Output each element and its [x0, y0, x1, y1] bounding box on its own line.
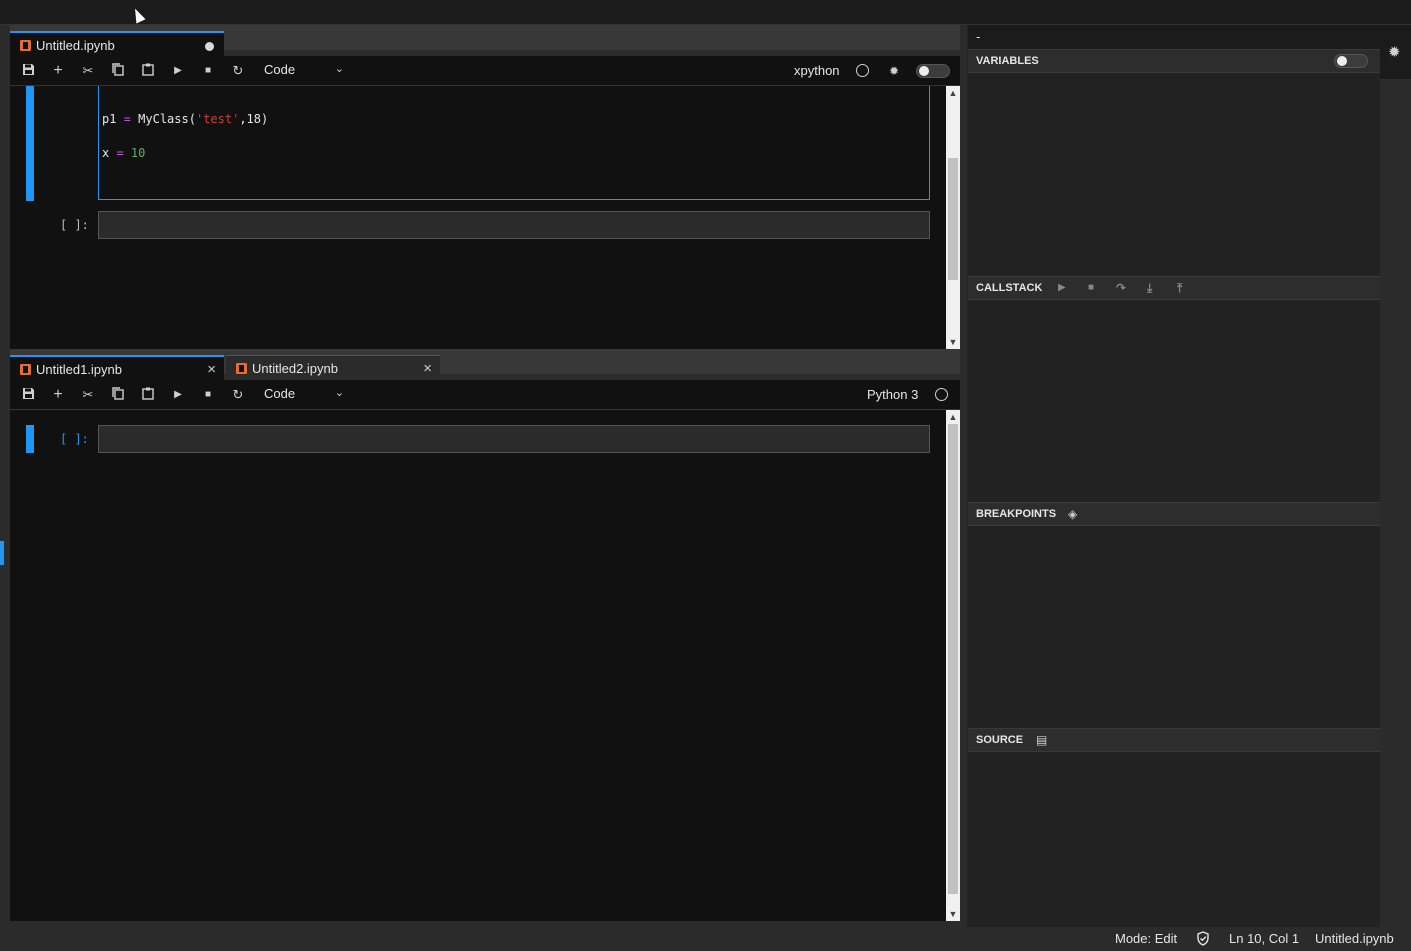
kernel-name[interactable]: Python 3 [867, 387, 918, 402]
close-icon[interactable]: × [423, 356, 432, 381]
tab-untitled[interactable]: Untitled.ipynb [10, 31, 224, 56]
stop-icon[interactable]: ■ [200, 63, 216, 79]
bug-icon[interactable]: ✹ [1388, 43, 1401, 61]
status-bar: Mode: Edit Ln 10, Col 1 Untitled.ipynb [0, 927, 1411, 951]
stop-icon[interactable]: ■ [200, 387, 216, 403]
tab-label: Untitled1.ipynb [36, 362, 122, 377]
callstack-title: CALLSTACK [976, 282, 1043, 294]
notebook-icon [20, 40, 31, 51]
shield-check-icon[interactable] [1196, 931, 1210, 949]
source-panel [968, 752, 1380, 927]
breakpoints-title: BREAKPOINTS [976, 508, 1057, 520]
scroll-thumb[interactable] [948, 424, 958, 894]
chevron-down-icon: ⌄ [334, 63, 344, 75]
scissors-icon[interactable]: ✂ [80, 387, 96, 403]
chevron-down-icon: ⌄ [334, 387, 344, 399]
variables-title: VARIABLES [976, 55, 1039, 67]
play-icon[interactable]: ▶ [170, 63, 186, 79]
panel1-toolbar: + ✂ ▶ ■ ↻ Code ⌄ xpython ✹ [10, 56, 960, 86]
panel2-toolbar: + ✂ ▶ ■ ↻ Code ⌄ Python 3 [10, 380, 960, 410]
mode-status[interactable]: Mode: Edit [1115, 931, 1177, 946]
debugger-sidebar: - VARIABLES CALLSTACK ▶ ■ ↷ ⤓ ⤒ BREAKPOI… [968, 25, 1380, 927]
kernel-status-circle-icon [856, 64, 869, 77]
tab-label: Untitled2.ipynb [252, 361, 338, 376]
play-icon[interactable]: ▶ [170, 387, 186, 403]
notebook-icon [236, 363, 247, 374]
scroll-thumb[interactable] [948, 158, 958, 280]
paste-icon[interactable] [140, 63, 156, 79]
remove-breakpoints-icon[interactable]: ◈ [1068, 503, 1077, 525]
code-editor[interactable] [98, 425, 930, 453]
code-line: x = 10 [102, 146, 146, 160]
copy-icon[interactable] [110, 387, 126, 403]
breakpoints-header[interactable]: BREAKPOINTS ◈ [968, 502, 1380, 526]
code-line: p1 = MyClass('test',18) [102, 112, 269, 126]
vertical-scrollbar[interactable]: ▲ ▼ [946, 86, 960, 349]
save-icon[interactable] [20, 63, 36, 79]
step-over-icon[interactable]: ↷ [1116, 277, 1126, 299]
scissors-icon[interactable]: ✂ [80, 63, 96, 79]
panel2-tabbar: Untitled1.ipynb × Untitled2.ipynb × [10, 349, 960, 380]
active-cell-marker [26, 425, 34, 453]
variables-panel [968, 73, 1380, 275]
left-sidebar-active-marker[interactable] [0, 541, 4, 565]
cell-prompt: [ ]: [60, 432, 89, 446]
variables-header[interactable]: VARIABLES [968, 49, 1380, 73]
active-file-status: Untitled.ipynb [1315, 931, 1394, 946]
save-icon[interactable] [20, 387, 36, 403]
kernel-status-circle-icon [935, 388, 948, 401]
code-editor[interactable] [98, 211, 930, 239]
cell-type-value: Code [264, 386, 296, 401]
callstack-panel [968, 300, 1380, 502]
cell-prompt: [ ]: [60, 218, 89, 232]
refresh-icon[interactable]: ↻ [230, 387, 246, 403]
kernel-name[interactable]: xpython [794, 63, 840, 78]
left-sidebar-strip [0, 25, 10, 927]
source-title: SOURCE [976, 734, 1024, 746]
panel1-notebook-body: p1 = MyClass('test',18) x = 10 [ ]: ▲ ▼ [10, 86, 960, 349]
terminate-icon[interactable]: ■ [1088, 277, 1094, 299]
plus-icon[interactable]: + [50, 387, 66, 403]
paste-icon[interactable] [140, 387, 156, 403]
scroll-down-icon[interactable]: ▼ [946, 335, 960, 349]
scroll-up-icon[interactable]: ▲ [946, 410, 960, 424]
breakpoints-panel [968, 526, 1380, 728]
active-cell-marker [26, 86, 34, 201]
cursor-position-status[interactable]: Ln 10, Col 1 [1229, 931, 1299, 946]
code-editor-active[interactable] [98, 86, 930, 200]
scroll-up-icon[interactable]: ▲ [946, 86, 960, 100]
tab-untitled2[interactable]: Untitled2.ipynb × [226, 355, 440, 380]
unsaved-dot-icon[interactable] [205, 42, 214, 51]
plus-icon[interactable]: + [50, 63, 66, 79]
cell-type-select[interactable]: Code ⌄ [264, 386, 344, 404]
continue-icon[interactable]: ▶ [1058, 277, 1066, 299]
open-source-icon[interactable]: ▤ [1036, 729, 1047, 751]
panel1-tabbar: Untitled.ipynb [10, 25, 960, 56]
tab-untitled1[interactable]: Untitled1.ipynb × [10, 355, 224, 380]
notebook-area: Untitled.ipynb + ✂ ▶ ■ ↻ Code ⌄ xpython … [10, 25, 967, 927]
source-header[interactable]: SOURCE ▤ [968, 728, 1380, 752]
right-sidebar-strip: ✹ [1380, 25, 1411, 927]
callstack-header[interactable]: CALLSTACK ▶ ■ ↷ ⤓ ⤒ [968, 276, 1380, 300]
bug-icon[interactable]: ✹ [886, 63, 902, 79]
step-in-icon[interactable]: ⤓ [1147, 277, 1152, 299]
notebook-icon [20, 364, 31, 375]
scroll-down-icon[interactable]: ▼ [946, 907, 960, 921]
copy-icon[interactable] [110, 63, 126, 79]
step-out-icon[interactable]: ⤒ [1177, 277, 1182, 299]
variables-view-toggle[interactable] [1334, 54, 1368, 68]
top-menu-bar [0, 0, 1411, 25]
tab-label: Untitled.ipynb [36, 38, 115, 53]
panel2-notebook-body: [ ]: ▲ ▼ [10, 410, 960, 921]
debugger-session-title: - [968, 25, 1380, 49]
cell-type-select[interactable]: Code ⌄ [264, 62, 344, 80]
debugger-toggle[interactable] [916, 64, 950, 78]
cell-type-value: Code [264, 62, 296, 77]
close-icon[interactable]: × [207, 357, 216, 382]
refresh-icon[interactable]: ↻ [230, 63, 246, 79]
vertical-scrollbar[interactable]: ▲ ▼ [946, 410, 960, 921]
